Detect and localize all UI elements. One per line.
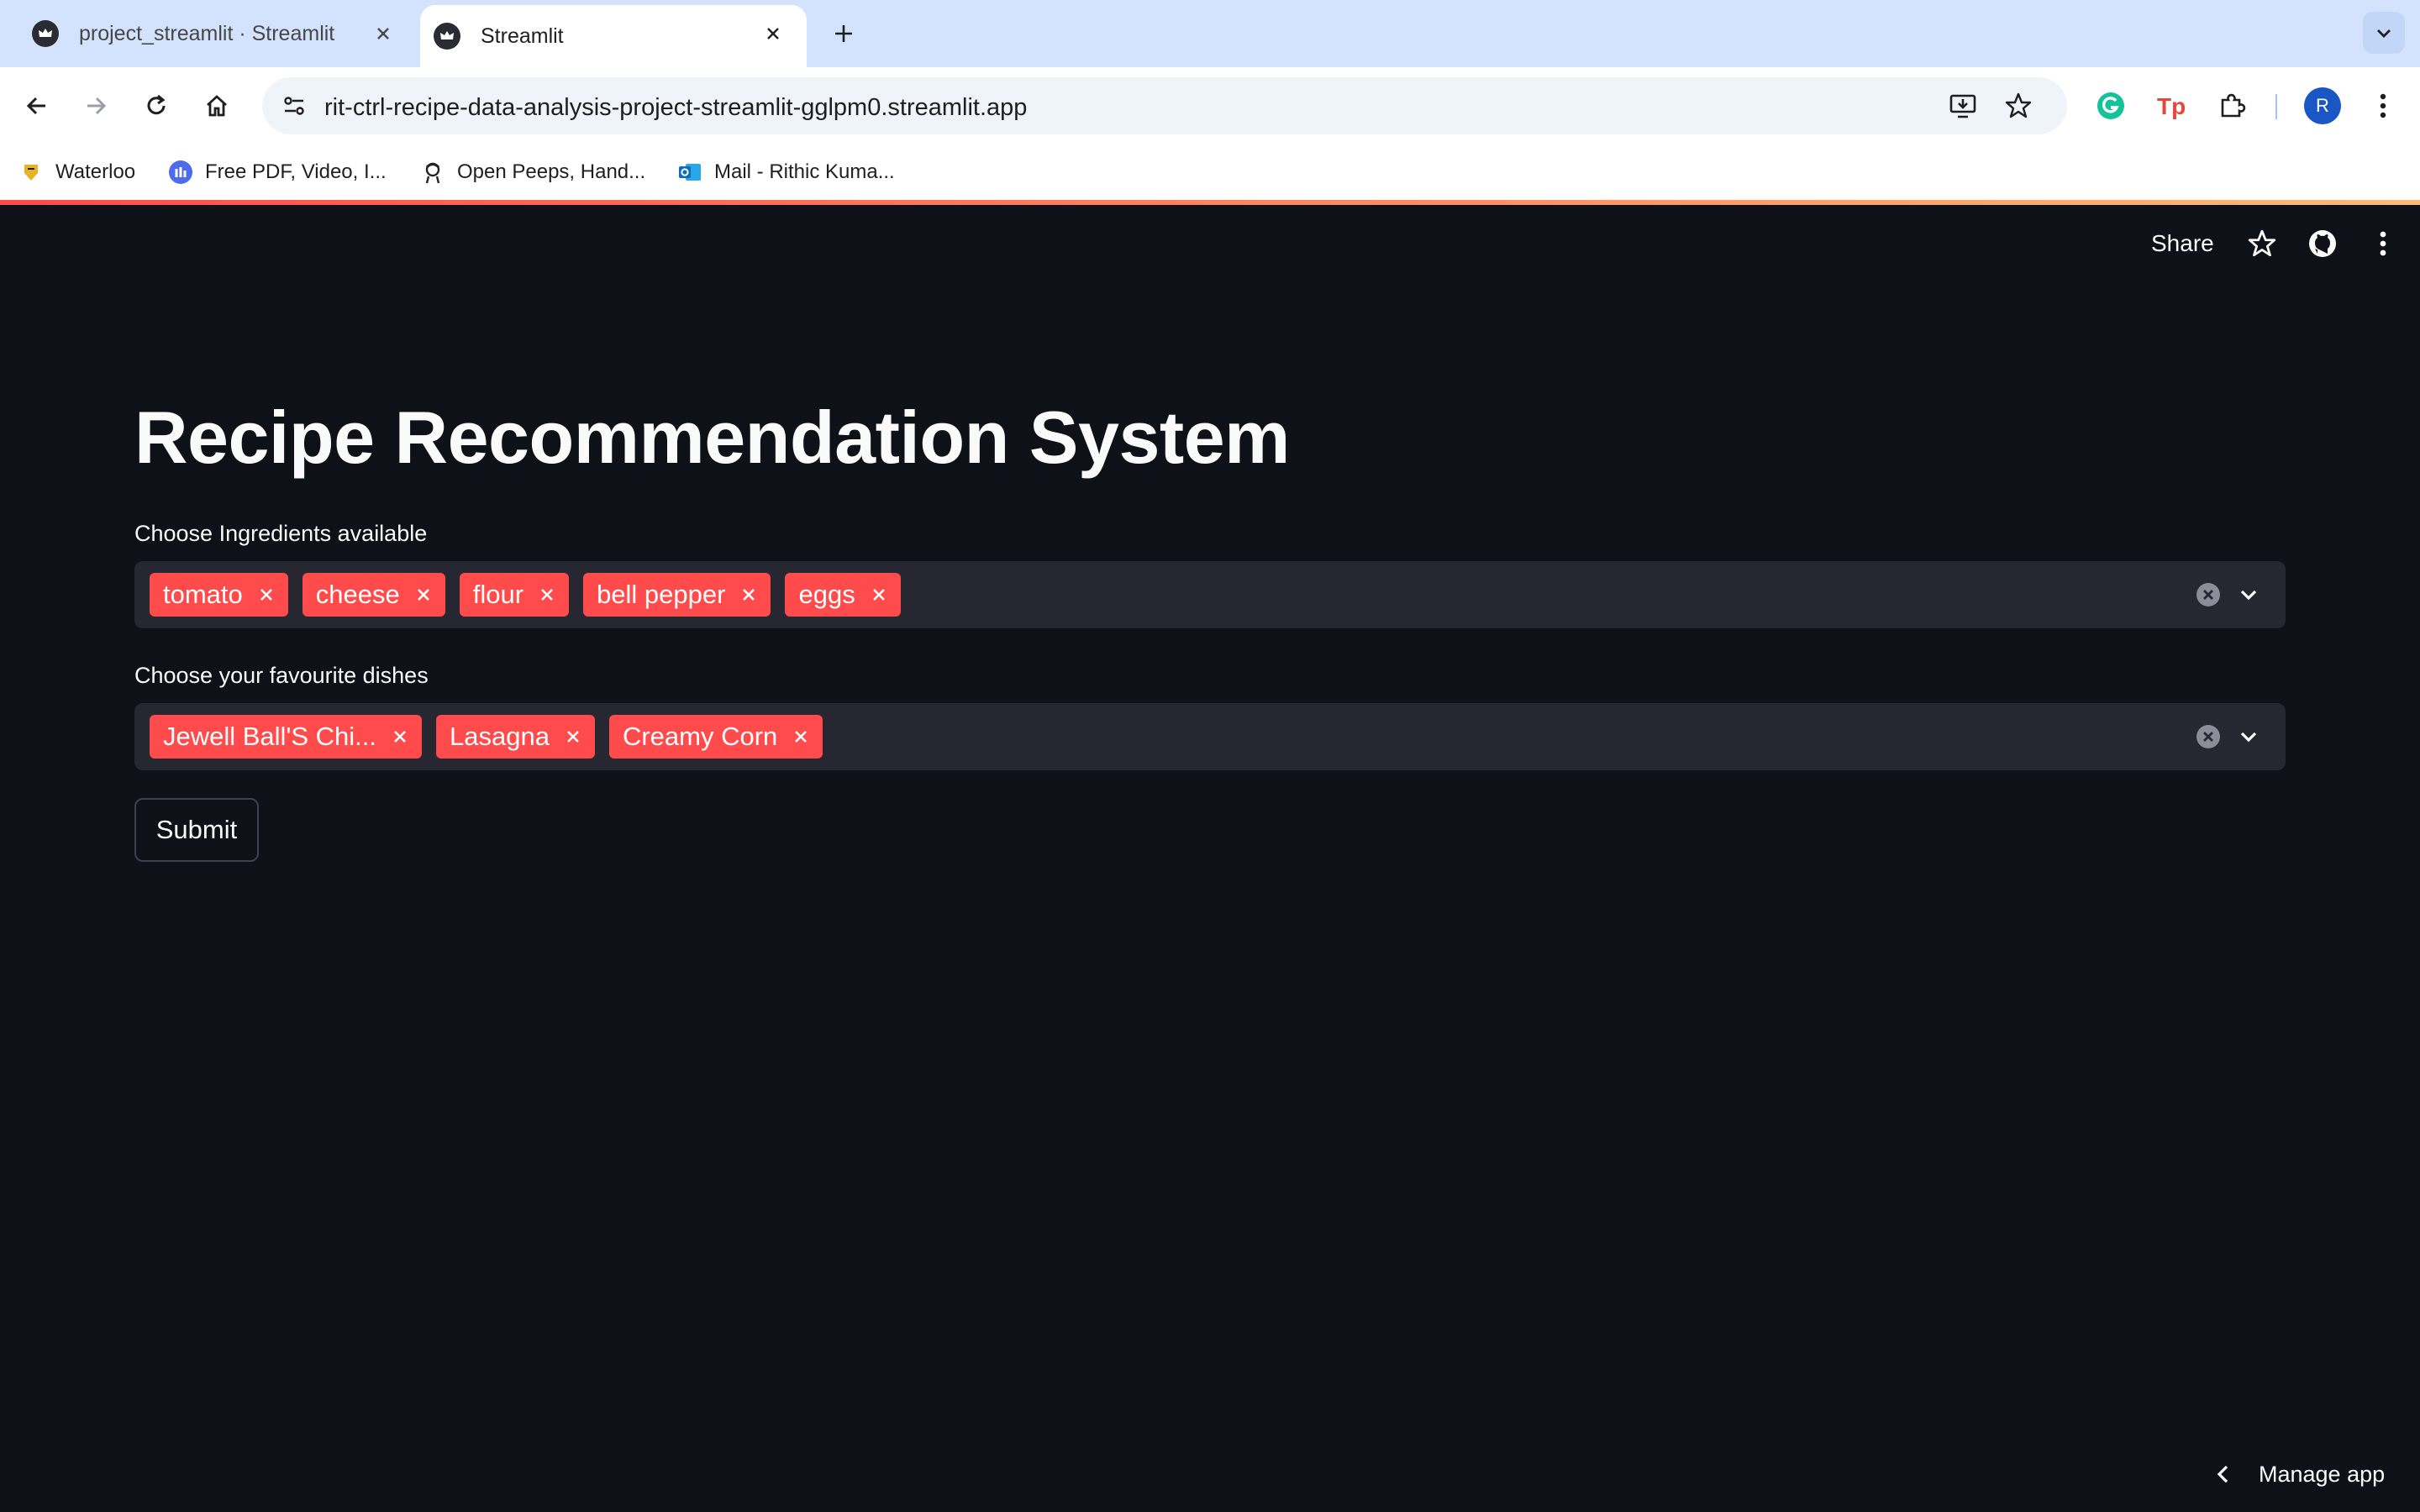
ingredients-label: Choose Ingredients available [134, 521, 428, 546]
manage-app-label: Manage app [2259, 1461, 2386, 1487]
chip-label: Lasagna [450, 722, 550, 751]
open-peeps-icon [420, 160, 445, 185]
outlook-icon [677, 160, 702, 185]
browser-tab-inactive[interactable]: project_streamlit · Streamlit [0, 0, 417, 67]
tp-extension-icon[interactable]: Tp [2153, 87, 2190, 124]
home-icon[interactable] [198, 87, 235, 124]
ingredient-chip: flour [459, 573, 570, 617]
browser-menu-icon[interactable] [2365, 87, 2402, 124]
dishes-label: Choose your favourite dishes [134, 663, 429, 688]
dishes-multiselect[interactable]: Jewell Ball'S Chi... Lasagna Creamy Corn [134, 703, 2286, 770]
ingredients-chip-list: tomato cheese flour bell pepper eggs [150, 573, 901, 617]
app-menu-icon[interactable] [2363, 223, 2403, 264]
bookmark-label: Waterloo [55, 160, 136, 183]
bookmark-open-peeps[interactable]: Open Peeps, Hand... [420, 156, 645, 188]
bookmarks-bar: Waterloo Free PDF, Video, I... Open Peep… [0, 144, 2420, 200]
remove-chip-icon[interactable] [791, 727, 811, 747]
tab-title: project_streamlit · Streamlit [79, 21, 335, 45]
tab-search-icon[interactable] [2363, 12, 2405, 54]
toolbar-separator [2275, 94, 2277, 119]
bookmark-star-icon[interactable] [2000, 87, 2037, 124]
close-tab-icon[interactable] [370, 20, 397, 47]
bookmark-label: Free PDF, Video, I... [205, 160, 387, 183]
svg-text:Tp: Tp [2157, 93, 2186, 119]
browser-tab-strip: project_streamlit · Streamlit Streamlit [0, 0, 2420, 67]
ingredient-chip: tomato [150, 573, 288, 617]
profile-avatar[interactable]: R [2304, 87, 2341, 124]
browser-tab-active[interactable]: Streamlit [420, 5, 807, 67]
site-settings-icon[interactable] [276, 87, 313, 124]
chevron-down-icon[interactable] [2233, 722, 2264, 752]
close-tab-icon[interactable] [760, 20, 786, 47]
dishes-chip-list: Jewell Ball'S Chi... Lasagna Creamy Corn [150, 715, 823, 759]
favorite-star-icon[interactable] [2242, 223, 2282, 264]
clear-all-icon[interactable] [2195, 723, 2222, 750]
extensions-puzzle-icon[interactable] [2213, 87, 2250, 124]
ingredients-multiselect[interactable]: tomato cheese flour bell pepper eggs [134, 561, 2286, 628]
browser-toolbar: rit-ctrl-recipe-data-analysis-project-st… [0, 67, 2420, 144]
dish-chip: Lasagna [436, 715, 595, 759]
clear-all-icon[interactable] [2195, 581, 2222, 608]
bookmark-label: Mail - Rithic Kuma... [714, 160, 895, 183]
app-header: Share [0, 205, 2420, 282]
ingredient-chip: eggs [785, 573, 901, 617]
chevron-left-icon [2210, 1461, 2237, 1488]
chip-label: tomato [163, 580, 243, 609]
ingredient-chip: bell pepper [583, 573, 771, 617]
remove-chip-icon[interactable] [390, 727, 410, 747]
chip-label: Jewell Ball'S Chi... [163, 722, 377, 751]
chip-label: bell pepper [597, 580, 726, 609]
chip-label: cheese [315, 580, 400, 609]
url-text: rit-ctrl-recipe-data-analysis-project-st… [324, 94, 1028, 121]
ingredient-chip: cheese [302, 573, 445, 617]
forward-icon[interactable] [77, 87, 114, 124]
bookmark-label: Open Peeps, Hand... [457, 160, 646, 183]
share-button[interactable]: Share [2151, 223, 2214, 264]
waterloo-icon [18, 160, 44, 185]
remove-chip-icon[interactable] [869, 585, 889, 605]
submit-button[interactable]: Submit [134, 798, 259, 862]
bookmark-mail[interactable]: Mail - Rithic Kuma... [677, 156, 895, 188]
remove-chip-icon[interactable] [739, 585, 759, 605]
manage-app-button[interactable]: Manage app [2210, 1453, 2385, 1495]
address-bar[interactable]: rit-ctrl-recipe-data-analysis-project-st… [262, 77, 2067, 134]
chip-label: eggs [798, 580, 855, 609]
remove-chip-icon[interactable] [537, 585, 557, 605]
install-app-icon[interactable] [1944, 87, 1981, 124]
chip-label: Creamy Corn [622, 722, 778, 751]
reload-icon[interactable] [138, 87, 175, 124]
back-icon[interactable] [18, 87, 55, 124]
github-icon[interactable] [2302, 223, 2343, 264]
ilovepdf-icon [168, 160, 193, 185]
dish-chip: Creamy Corn [608, 715, 823, 759]
bookmark-free-pdf[interactable]: Free PDF, Video, I... [168, 156, 387, 188]
dish-chip: Jewell Ball'S Chi... [150, 715, 423, 759]
streamlit-crown-icon [32, 20, 59, 47]
bookmark-waterloo[interactable]: Waterloo [18, 156, 135, 188]
remove-chip-icon[interactable] [413, 585, 434, 605]
grammarly-icon[interactable] [2092, 87, 2129, 124]
remove-chip-icon[interactable] [256, 585, 276, 605]
streamlit-crown-icon [434, 23, 460, 50]
page-title: Recipe Recommendation System [134, 396, 1290, 479]
chevron-down-icon[interactable] [2233, 580, 2264, 610]
chip-label: flour [472, 580, 524, 609]
tab-title: Streamlit [481, 24, 564, 48]
new-tab-icon[interactable] [827, 17, 860, 50]
remove-chip-icon[interactable] [563, 727, 583, 747]
